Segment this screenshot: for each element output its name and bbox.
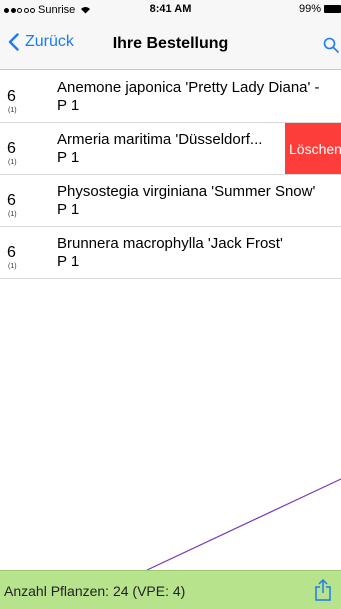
item-packages: (1) bbox=[8, 159, 17, 166]
navigation-bar: Zurück Ihre Bestellung bbox=[0, 20, 341, 70]
item-name: Anemone japonica 'Pretty Lady Diana' - bbox=[57, 79, 320, 96]
item-name: Brunnera macrophylla 'Jack Frost' bbox=[57, 235, 283, 252]
page-title: Ihre Bestellung bbox=[112, 35, 229, 52]
delete-button[interactable]: Löschen bbox=[285, 123, 341, 174]
item-pot-size: P 1 bbox=[57, 97, 80, 114]
item-pot-size: P 1 bbox=[57, 201, 80, 218]
item-quantity: 6 bbox=[7, 88, 16, 105]
list-item[interactable]: 6 (1) Physostegia virginiana 'Summer Sno… bbox=[0, 175, 341, 227]
plant-count-label: Anzahl Pflanzen: 24 (VPE: 4) bbox=[4, 583, 186, 599]
item-name: Physostegia virginiana 'Summer Snow' bbox=[57, 183, 316, 200]
battery-info: 99% bbox=[299, 3, 341, 15]
search-icon[interactable] bbox=[323, 37, 339, 53]
item-packages: (1) bbox=[8, 211, 17, 218]
item-pot-size: P 1 bbox=[57, 149, 80, 166]
empty-list-area bbox=[0, 280, 341, 570]
footer-bar: Anzahl Pflanzen: 24 (VPE: 4) bbox=[0, 570, 341, 609]
battery-icon bbox=[324, 5, 341, 13]
item-quantity: 6 bbox=[7, 244, 16, 261]
status-time: 8:41 AM bbox=[149, 3, 192, 15]
list-item[interactable]: 6 (1) Brunnera macrophylla 'Jack Frost' … bbox=[0, 227, 341, 279]
order-list: 6 (1) Anemone japonica 'Pretty Lady Dian… bbox=[0, 71, 341, 279]
item-pot-size: P 1 bbox=[57, 253, 80, 270]
item-packages: (1) bbox=[8, 107, 17, 114]
item-quantity: 6 bbox=[7, 192, 16, 209]
battery-percent: 99% bbox=[298, 3, 321, 15]
item-name: Armeria maritima 'Düsseldorf... bbox=[57, 131, 263, 148]
status-bar: Sunrise 8:41 AM 99% bbox=[0, 0, 341, 20]
list-item[interactable]: 6 (1) Armeria maritima 'Düsseldorf... P … bbox=[0, 123, 341, 175]
annotation-line bbox=[146, 478, 341, 570]
list-item[interactable]: 6 (1) Anemone japonica 'Pretty Lady Dian… bbox=[0, 71, 341, 123]
item-quantity: 6 bbox=[7, 140, 16, 157]
share-icon[interactable] bbox=[314, 578, 332, 602]
item-packages: (1) bbox=[8, 263, 17, 270]
